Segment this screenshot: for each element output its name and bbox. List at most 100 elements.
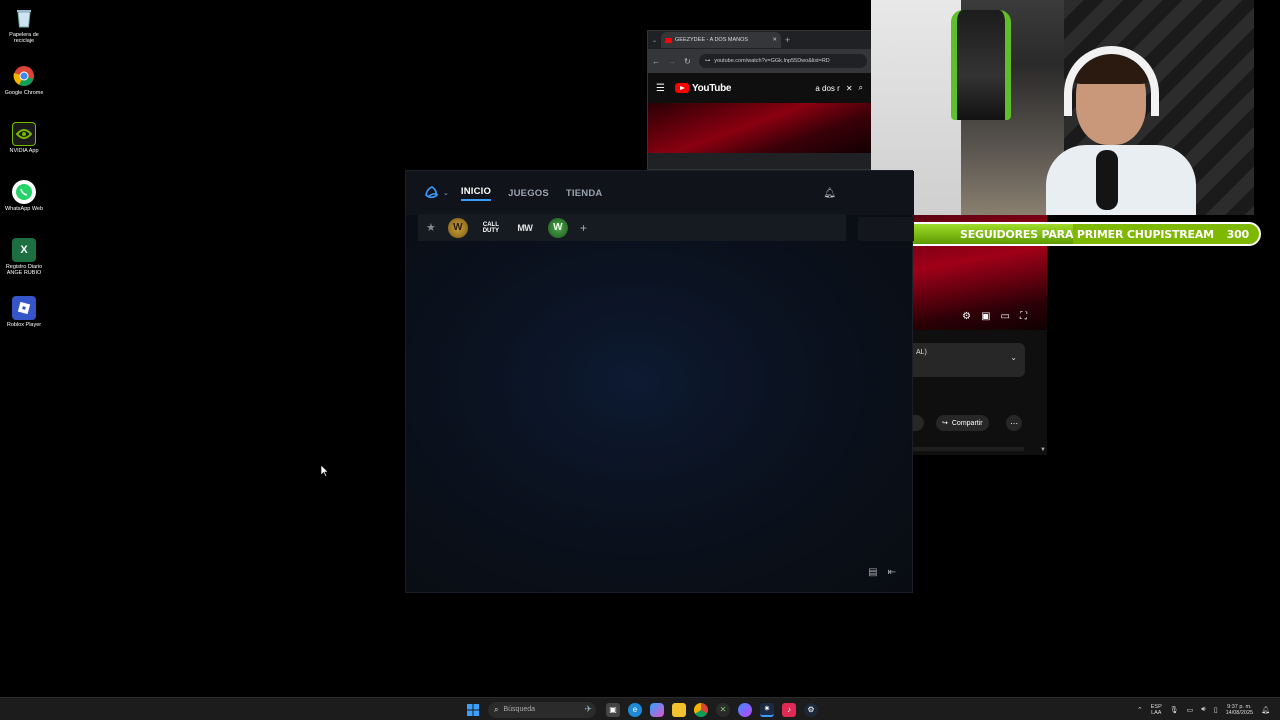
desktop-icon-whatsapp[interactable]: WhatsApp Web [0,180,48,212]
desktop-icon-recycle-bin[interactable]: Papelera de reciclaje [0,6,48,44]
clock-date: 14/08/2025 [1225,709,1254,716]
edge-icon[interactable]: e [628,702,642,717]
copilot-icon[interactable] [650,702,664,717]
hamburger-menu-icon[interactable]: ☰ [656,83,665,94]
language-indicator[interactable]: ESP LAA [1151,704,1162,716]
share-button[interactable]: ↪ Compartir [936,415,989,431]
task-view-icon[interactable]: ▣ [606,702,620,717]
clock-time: 9:37 p. m. [1227,703,1252,710]
search-icon[interactable]: ⌕ [859,83,863,93]
search-icon: ⌕ [494,704,499,714]
back-icon[interactable]: ← [652,57,660,66]
reload-icon[interactable]: ↻ [684,57,691,66]
tab-tienda[interactable]: TIENDA [566,188,603,199]
launcher-nav: ⌄ INICIO JUEGOS TIENDA 🔔︎ [406,171,914,215]
search-highlight-icon: ✈ [584,704,592,714]
game-wow-classic-icon[interactable]: W [547,217,568,238]
theater-mode-icon[interactable]: ▭ [1001,311,1010,322]
taskbar-center: ⌕ Búsqueda ✈ ▣ e ✕ ✷ ♪ ⚙ [466,700,818,719]
headset-icon [1064,46,1159,116]
scroll-down-icon[interactable]: ▼ [1040,447,1046,453]
clock[interactable]: 9:37 p. m. 14/08/2025 [1226,704,1254,716]
recycle-bin-icon [12,6,36,30]
playlist-dropdown[interactable]: AL) ⌄ [912,343,1025,377]
file-explorer-icon[interactable] [672,702,686,717]
dislike-button[interactable] [912,415,924,431]
forward-icon[interactable]: → [668,57,676,66]
settings-gear-icon[interactable]: ⚙ [962,311,971,322]
tab-inicio[interactable]: INICIO [460,186,492,201]
favorite-games-bar: ★ W CALL DUTY MW W + [418,214,846,241]
youtube-search[interactable]: a dos r ✕ ⌕ [815,83,863,93]
collapse-panel-icon[interactable]: ⇤ [888,567,896,578]
browser-tabbar: ⌄ GEEZYDEE - A DOS MANOS ✕ + [648,31,871,49]
system-tray: ⌃ ESP LAA 🎙︎ ▭ 🔊︎ ▯ 9:37 p. m. 14/08/202… [1137,700,1270,719]
mouse-cursor-icon [320,464,329,482]
battlenet-taskbar-icon[interactable]: ✷ [760,702,774,717]
fullscreen-icon[interactable]: ⛶ [1020,311,1027,322]
volume-icon[interactable]: 🔊︎ [1201,706,1205,714]
chrome-taskbar-icon[interactable] [694,702,708,717]
youtube-logo[interactable]: YouTube [674,83,731,94]
more-options-icon[interactable]: ⋯ [1006,415,1022,431]
address-bar[interactable]: ⊶ youtube.com/watch?v=GGk.Inp55Dwo&list=… [698,54,867,68]
messenger-icon[interactable] [738,702,752,717]
miniplayer-icon[interactable]: ▣ [981,311,990,322]
taskbar-search[interactable]: ⌕ Búsqueda ✈ [488,701,596,718]
new-tab-icon[interactable]: + [785,35,790,45]
game-wow-icon[interactable]: W [447,217,468,238]
desktop-icon-nvidia[interactable]: NVIDIA App [0,122,48,154]
desktop-icon-label: WhatsApp Web [4,206,44,212]
desktop-icon-label: Google Chrome [4,90,44,96]
launcher-window[interactable]: ⌄ INICIO JUEGOS TIENDA 🔔︎ ★ W CALL DUTY … [405,170,914,593]
desktop-icon-excel[interactable]: X Registro Diario ANGE RUBIO [0,238,48,276]
notifications-bell-icon[interactable]: 🔔︎ [823,188,836,199]
xbox-icon[interactable]: ✕ [716,702,730,717]
chat-icon[interactable]: ▤ [868,567,877,578]
goal-target: 300 [1226,228,1250,241]
notifications-icon[interactable]: 🔔︎ [1261,706,1270,714]
tab-juegos[interactable]: JUEGOS [508,188,549,199]
chevron-down-icon: ⌄ [443,190,449,197]
share-icon: ↪ [942,420,948,427]
tiktok-icon[interactable]: ♪ [782,702,796,717]
player-controls: ⚙ ▣ ▭ ⛶ [912,307,1047,325]
share-label: Compartir [951,419,983,427]
webcam-gaming-chair [951,10,1011,120]
battery-icon[interactable]: ▯ [1214,706,1218,714]
taskbar: ⌕ Búsqueda ✈ ▣ e ✕ ✷ ♪ ⚙ ⌃ ESP LAA 🎙︎ ▭ … [0,697,1280,720]
playlist-dropdown-text: AL) [916,349,927,356]
webcam-overlay [871,0,1254,215]
close-tab-icon[interactable]: ✕ [772,37,777,43]
battlenet-logo[interactable]: ⌄ [424,186,449,200]
chrome-icon [12,64,36,88]
microphone-tray-icon[interactable]: 🎙︎ [1170,706,1179,714]
desktop-icon-roblox[interactable]: Roblox Player [0,296,48,328]
show-hidden-icons-icon[interactable]: ⌃ [1137,706,1143,714]
favorites-star-icon[interactable]: ★ [426,221,436,234]
youtube-video-thumbnail[interactable] [648,103,871,153]
windows-start-icon[interactable] [466,703,480,717]
taskbar-search-placeholder: Búsqueda [503,706,536,713]
description-bar [912,447,1024,451]
follower-goal-bar: 154 SEGUIDORES PARA PRIMER CHUPISTREAM 3… [876,222,1261,246]
desktop-icon-label: Registro Diario ANGE RUBIO [5,264,43,276]
roblox-icon [12,296,36,320]
game-modern-warfare-icon[interactable]: MW [514,218,536,238]
goal-text: SEGUIDORES PARA PRIMER CHUPISTREAM [960,228,1214,241]
battlenet-icon [425,186,439,199]
network-icon[interactable]: ▭ [1187,706,1194,714]
clear-search-icon[interactable]: ✕ [846,84,853,93]
browser-window[interactable]: ⌄ GEEZYDEE - A DOS MANOS ✕ + ← → ↻ ⊶ you… [647,30,872,170]
add-game-icon[interactable]: + [580,221,587,235]
desktop-icon-label: Papelera de reciclaje [9,32,39,44]
game-call-of-duty-icon[interactable]: CALL DUTY [480,218,502,238]
desktop-icon-chrome[interactable]: Google Chrome [0,64,48,96]
steam-icon[interactable]: ⚙ [804,702,818,717]
excel-icon: X [12,238,36,262]
tab-list-chevron-icon[interactable]: ⌄ [652,37,657,44]
site-info-icon[interactable]: ⊶ [705,58,711,64]
webcam-streamer [1046,40,1196,215]
browser-tab[interactable]: GEEZYDEE - A DOS MANOS ✕ [661,32,782,48]
nvidia-icon [12,122,36,146]
